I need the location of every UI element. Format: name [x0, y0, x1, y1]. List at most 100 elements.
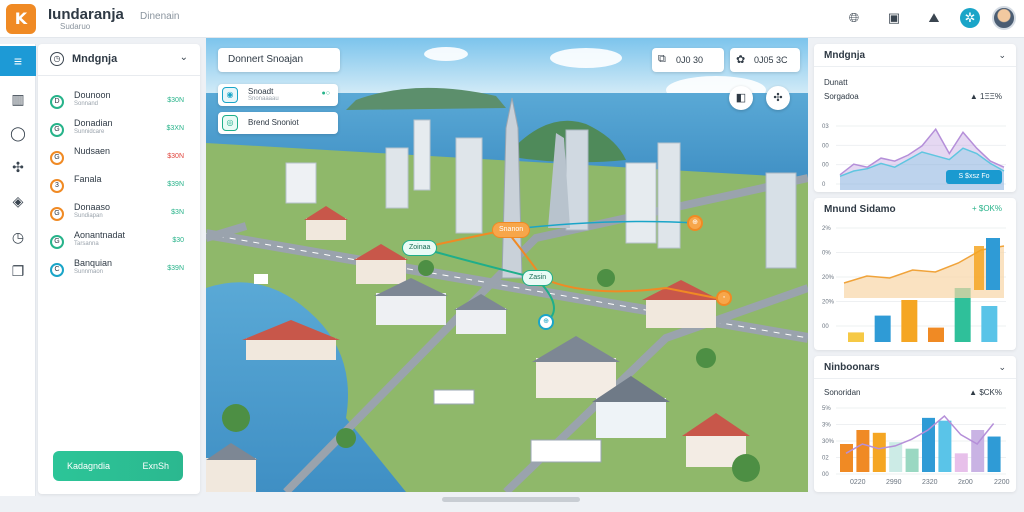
bar [987, 436, 1001, 472]
combo-chart: 5% 3% 30% 02 00 0220 2990 2320 2ε00 2200 [822, 406, 1010, 486]
map-pin-label-2[interactable]: Snanon [492, 222, 531, 238]
map-stat-1-text: 0J0 30 [676, 55, 704, 65]
map-pin-label-3[interactable]: Zasin [522, 270, 554, 286]
y-tick-label: 00 [822, 472, 829, 478]
list-item[interactable]: C Banquian Sunnmaon $39N [38, 256, 200, 284]
y-tick-label: 20% [822, 300, 835, 306]
header-center-label: Dinenain [140, 11, 180, 22]
y-tick-label: 00 [822, 163, 829, 169]
layer-1-label: Snoadt [248, 87, 274, 96]
map-layer-button[interactable]: ◧ [729, 86, 753, 110]
list-item-sub: Sunnidcare [74, 129, 105, 135]
card1-action-button[interactable]: S $xsz Fo [946, 170, 1002, 184]
menu-icon[interactable]: ≡ [0, 46, 36, 76]
list-header[interactable]: ◷ Mndgnja ⌄ [38, 44, 200, 76]
list-item-label: Donaaso [74, 202, 111, 212]
bar [840, 444, 853, 472]
y-tick-label: 00 [822, 324, 829, 330]
list-item-sub: Sonnand [74, 101, 99, 107]
list-item-sub: Tarsanna [74, 241, 99, 247]
layout-icon[interactable]: ▣ [884, 8, 904, 28]
bar [905, 448, 919, 472]
app-title: Iundaranja [48, 6, 124, 23]
bar [874, 315, 891, 342]
bar [971, 430, 985, 472]
route-icon[interactable]: ⛰︎ [924, 8, 944, 28]
list-item-label: Aonantnadat [74, 230, 126, 240]
list-item[interactable]: D Dounoon Sonnand $30N [38, 88, 200, 116]
bar [901, 300, 918, 342]
bag-icon[interactable]: ◈ [0, 186, 36, 216]
app-logo[interactable]: K [6, 4, 36, 34]
map-pin-blue-1[interactable]: ⊕ [538, 314, 554, 330]
bar [974, 246, 984, 290]
list-item-label: Nudsaen [74, 146, 111, 156]
list-item[interactable]: 3 Fanala $39N [38, 172, 200, 200]
city-map[interactable]: Donnert Snoajan ◉ Snoadt Snonaaaau ●○ ◎ … [206, 38, 808, 492]
map-horizontal-scrollbar[interactable] [442, 497, 580, 502]
list-title: Mndgnja [72, 53, 118, 65]
layer-1-toggle[interactable]: ●○ [322, 90, 330, 97]
location-marker-icon: D [50, 95, 64, 109]
bar [986, 238, 1000, 290]
map-stat-1[interactable]: ⧉ 0J0 30 [652, 48, 724, 72]
settings-icon[interactable]: ✲ [960, 8, 980, 28]
list-item-label: Banquian [74, 258, 113, 268]
map-tools-button[interactable]: ✣ [766, 86, 790, 110]
list-item[interactable]: G Donadian Sunnidcare $3XN [38, 116, 200, 144]
clock-icon[interactable]: ◷ [0, 222, 36, 252]
bar-chart: 2% 0% 20% 20% 00 [822, 226, 1006, 342]
primary-action-button[interactable]: Kadagndia ExnSh [53, 451, 183, 481]
location-marker-icon: G [50, 207, 64, 221]
list-item-value: $30N [167, 153, 184, 160]
cta-left-label: Kadagndia [67, 461, 111, 471]
chart-icon[interactable]: ▥ [0, 84, 36, 114]
bar [954, 453, 968, 472]
y-tick-label: 0% [822, 251, 831, 257]
card-breakdown: Ninboonars ⌄ Sonoridan ▲ $CK% 5% 3% 30% 02 0… [814, 356, 1016, 492]
map-stat-2-text: 0J05 3C [754, 55, 788, 65]
map-pin-orange-2[interactable]: ◦ [716, 290, 732, 306]
pages-icon[interactable]: ❐ [0, 256, 36, 286]
bar [856, 430, 870, 472]
avatar[interactable] [992, 6, 1016, 30]
layer-card-2[interactable]: ◎ Brend Snoniot [218, 112, 338, 134]
sidebar-rail: ≡ ▥ ◯ ✣ ◈ ◷ ❐ [0, 44, 36, 496]
card-distribution: Mnund Sidamo + $OK% 2% 0% 20% 20% 00 [814, 198, 1016, 350]
map-pin-label-1[interactable]: Zoinaa [402, 240, 438, 256]
chevron-down-icon[interactable]: ⌄ [180, 52, 188, 63]
list-item-value: $39N [167, 265, 184, 272]
list-item[interactable]: G Donaaso Sundiapan $3N [38, 200, 200, 228]
x-tick-label: 2320 [922, 479, 938, 486]
list-item[interactable]: G Nudsaen $30N [38, 144, 200, 172]
x-tick-label: 2ε00 [958, 479, 973, 486]
location-marker-icon: 3 [50, 179, 64, 193]
list-item-value: $30N [167, 97, 184, 104]
bar [848, 332, 864, 342]
layer-card-1[interactable]: ◉ Snoadt Snonaaaau ●○ [218, 84, 338, 106]
map-illustration [206, 38, 808, 492]
search-icon[interactable]: ◯ [0, 118, 36, 148]
list-item[interactable]: G Aonantnadat Tarsanna $30 [38, 228, 200, 256]
bar [928, 327, 944, 342]
y-tick-label: 3% [822, 423, 831, 429]
list-item-value: $30 [172, 237, 184, 244]
globe-icon[interactable]: 🌐︎ [844, 8, 864, 28]
network-icon[interactable]: ✣ [0, 152, 36, 182]
location-list-panel: ◷ Mndgnja ⌄ D Dounoon Sonnand $30N G Donadian… [38, 44, 200, 494]
y-tick-label: 02 [822, 456, 829, 462]
shield-icon: ◎ [222, 115, 238, 131]
map-pin-orange-1[interactable]: ⊕ [687, 215, 703, 231]
x-tick-label: 2990 [886, 479, 902, 486]
y-tick-label: 0 [822, 182, 826, 188]
list-item-label: Donadian [74, 118, 113, 128]
x-tick-label: 0220 [850, 479, 866, 486]
map-search-text: Donnert Snoajan [228, 54, 304, 65]
map-stat-2[interactable]: ✿ 0J05 3C [730, 48, 800, 72]
pin-icon: ◉ [222, 87, 238, 103]
map-search-input[interactable]: Donnert Snoajan [218, 48, 340, 72]
x-tick-label: 2200 [994, 479, 1010, 486]
layer-2-label: Brend Snoniot [248, 118, 299, 127]
list-item-value: $39N [167, 181, 184, 188]
y-tick-label: 20% [822, 275, 835, 281]
